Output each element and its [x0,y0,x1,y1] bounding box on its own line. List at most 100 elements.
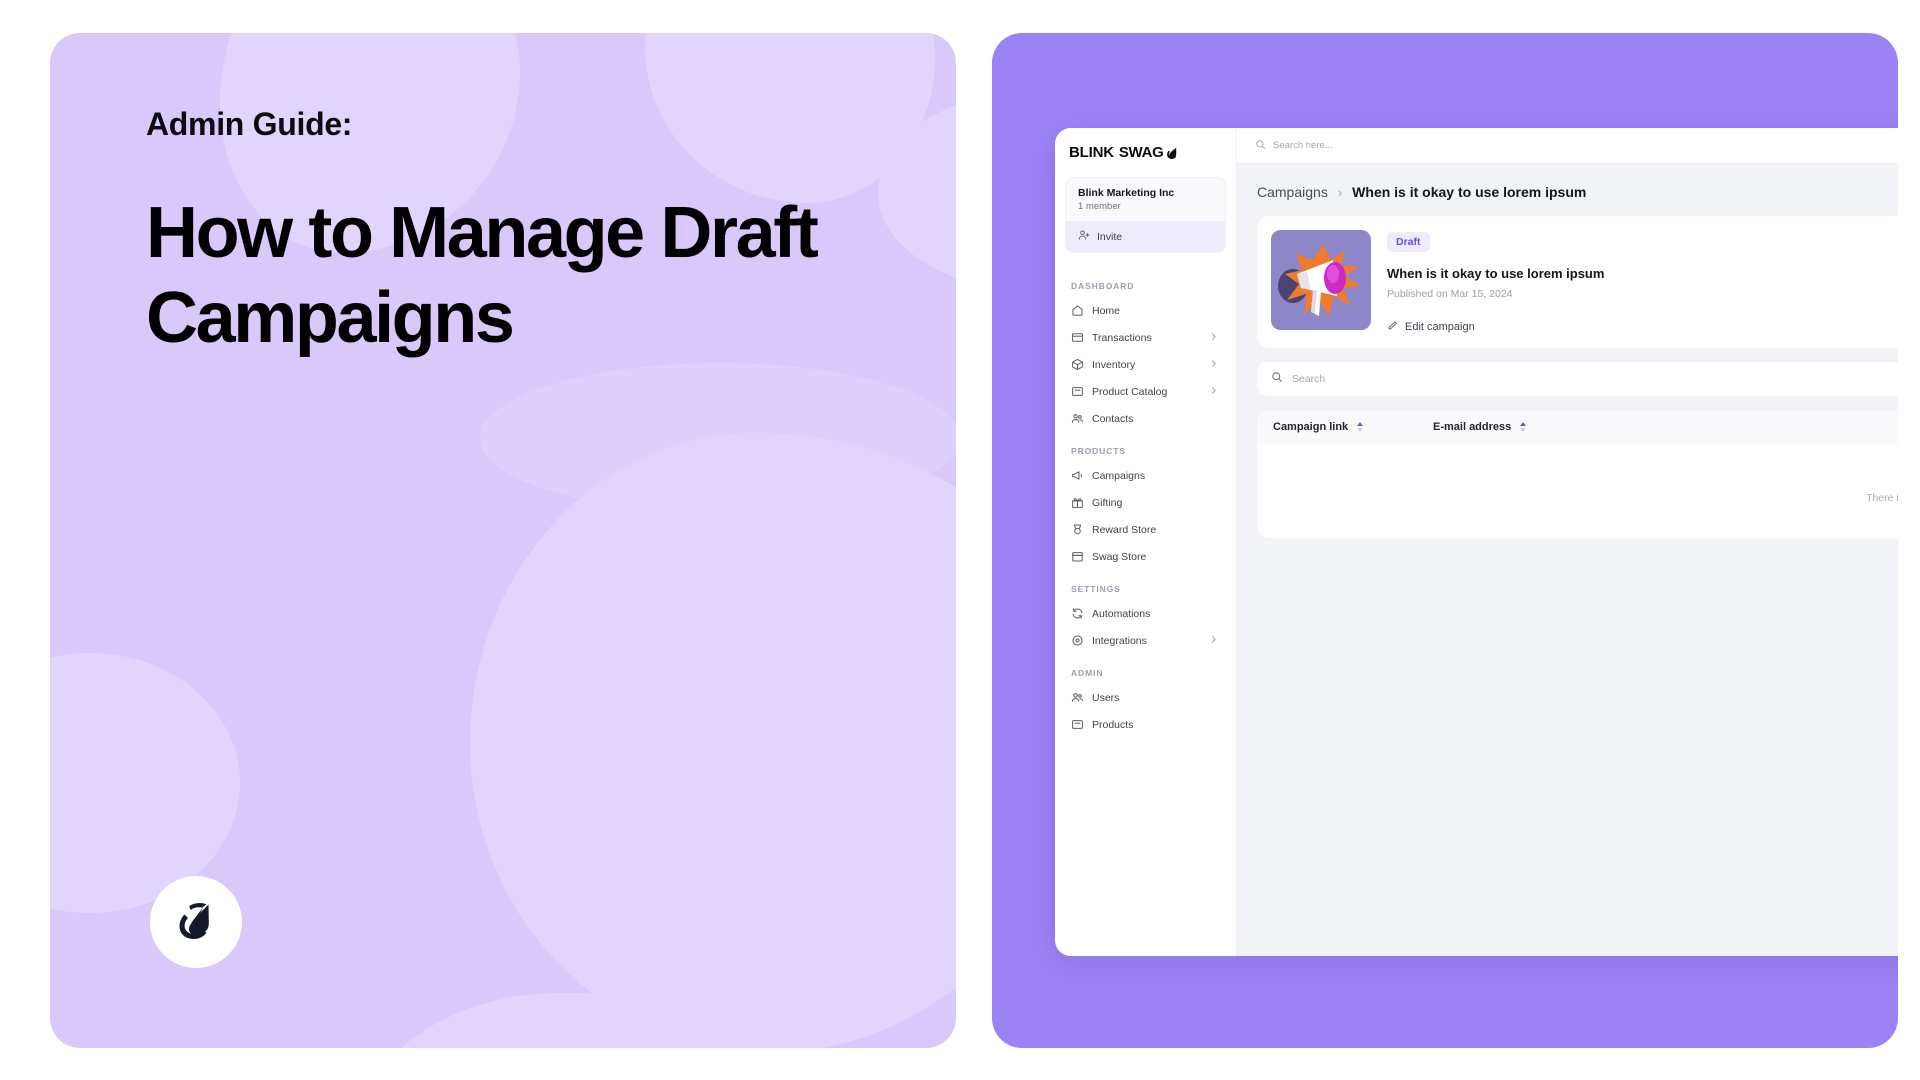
gear-icon [1071,634,1084,647]
nav-group-label: SETTINGS [1071,584,1121,594]
app-sidebar: BLINK SWAG Blink Marketing Inc 1 member [1055,128,1237,956]
people-icon [1071,412,1084,425]
table-header-truncated[interactable]: Co [1593,421,1920,433]
megaphone-icon [1071,469,1084,482]
sidebar-item-campaigns[interactable]: Campaigns [1065,462,1226,489]
search-icon [1255,137,1266,155]
global-search-input[interactable]: Search here... [1273,140,1333,151]
gigg-logo-icon [170,896,222,948]
table-header-row: Campaign link E-mail address Co [1257,410,1920,444]
user-plus-icon [1078,229,1090,244]
sidebar-item-label: Home [1092,304,1121,317]
app-brand[interactable]: BLINK SWAG [1055,144,1236,177]
people-icon [1071,691,1084,704]
sidebar-item-label: Contacts [1092,412,1134,425]
chevron-right-icon [1209,386,1218,398]
column-label: Campaign link [1273,421,1349,433]
sidebar-item-reward-store[interactable]: Reward Store [1065,516,1226,543]
edit-campaign-label: Edit campaign [1405,321,1475,333]
cover-panel: Admin Guide: How to Manage Draft Campaig… [50,33,956,1048]
sort-icon[interactable] [1357,422,1364,432]
chevron-right-icon [1209,359,1218,371]
app-window: BLINK SWAG Blink Marketing Inc 1 member [1055,128,1920,956]
sidebar-item-products[interactable]: Products [1065,711,1226,738]
campaign-details: Draft When is it okay to use lorem ipsum… [1387,230,1920,334]
sidebar-item-label: Gifting [1092,496,1123,509]
refresh-icon [1071,607,1084,620]
nav-group-dashboard: DASHBOARD Home Transactions Inventory Pr… [1055,267,1236,432]
nav-group-products: PRODUCTS Campaigns Gifting Reward Store … [1055,432,1236,570]
invite-button[interactable]: Invite [1066,221,1225,252]
brand-text-blink: BLINK [1069,144,1114,161]
sidebar-item-label: Product Catalog [1092,385,1168,398]
status-badge: Draft [1387,232,1430,252]
nav-group-label: DASHBOARD [1071,281,1135,291]
sidebar-item-swag-store[interactable]: Swag Store [1065,543,1226,570]
table-header-campaign-link[interactable]: Campaign link [1273,421,1433,433]
app-main: Search here... Campaigns › When is it ok… [1237,128,1920,956]
pencil-icon [1387,320,1398,334]
sidebar-item-users[interactable]: Users [1065,684,1226,711]
edit-campaign-button[interactable]: Edit campaign [1387,320,1920,334]
breadcrumb-parent[interactable]: Campaigns [1257,184,1328,200]
sort-icon[interactable] [1520,422,1527,432]
store-icon [1071,550,1084,563]
sidebar-item-inventory[interactable]: Inventory [1065,351,1226,378]
nav-group-settings: SETTINGS Automations Integrations [1055,570,1236,654]
sidebar-item-label: Inventory [1092,358,1136,371]
box-icon [1071,358,1084,371]
brand-logo-badge [150,876,242,968]
campaign-title: When is it okay to use lorem ipsum [1387,266,1605,281]
sidebar-item-label: Transactions [1092,331,1152,344]
page-root: Admin Guide: How to Manage Draft Campaig… [0,0,1920,1080]
nav-group-admin: ADMIN Users Products [1055,654,1236,738]
sidebar-item-transactions[interactable]: Transactions [1065,324,1226,351]
sidebar-item-contacts[interactable]: Contacts [1065,405,1226,432]
cover-headline: How to Manage Draft Campaigns [146,193,819,359]
app-topbar: Search here... [1237,128,1920,164]
sidebar-item-gifting[interactable]: Gifting [1065,489,1226,516]
table-empty-state: No data available There is currently no … [1257,444,1920,538]
table-search-bar[interactable]: Search [1257,362,1920,396]
chevron-right-icon [1209,332,1218,344]
sidebar-item-label: Swag Store [1092,550,1147,563]
empty-state-title: No data available [1273,472,1920,484]
cover-eyebrow: Admin Guide: [146,106,353,142]
sidebar-item-label: Integrations [1092,634,1147,647]
column-label: E-mail address [1433,421,1512,433]
sidebar-item-label: Products [1092,718,1134,731]
sidebar-item-label: Campaigns [1092,469,1146,482]
campaign-published-date: Published on Mar 15, 2024 [1387,288,1513,300]
catalog-icon [1071,718,1084,731]
sidebar-item-home[interactable]: Home [1065,297,1226,324]
medal-icon [1071,523,1084,536]
sidebar-item-product-catalog[interactable]: Product Catalog [1065,378,1226,405]
campaign-thumbnail [1271,230,1371,330]
invite-label: Invite [1097,230,1123,243]
rocket-icon [1165,146,1179,160]
nav-group-label: ADMIN [1071,668,1104,678]
campaign-card: Draft When is it okay to use lorem ipsum… [1257,216,1920,348]
breadcrumb-current: When is it okay to use lorem ipsum [1352,184,1587,200]
viewport-edge-mask [1898,0,1920,1080]
sidebar-item-integrations[interactable]: Integrations [1065,627,1226,654]
empty-state-subtitle: There is currently no data to disp [1866,492,1920,504]
team-name: Blink Marketing Inc [1078,187,1175,199]
table-search-input[interactable]: Search [1292,373,1325,385]
nav-group-label: PRODUCTS [1071,446,1126,456]
gift-icon [1071,496,1084,509]
sidebar-item-automations[interactable]: Automations [1065,600,1226,627]
table-header-email-address[interactable]: E-mail address [1433,421,1593,433]
card-icon [1071,331,1084,344]
search-icon [1271,370,1283,388]
brand-text-swag: SWAG [1118,144,1164,161]
breadcrumb: Campaigns › When is it okay to use lorem… [1237,164,1920,200]
chevron-right-icon: › [1337,184,1343,200]
sidebar-item-label: Reward Store [1092,523,1157,536]
catalog-icon [1071,385,1084,398]
sidebar-item-label: Automations [1092,607,1151,620]
sidebar-item-label: Users [1092,691,1120,704]
data-table: Campaign link E-mail address Co No data … [1257,410,1920,538]
team-member-count: 1 member [1078,201,1121,212]
team-card[interactable]: Blink Marketing Inc 1 member Invite [1065,177,1226,253]
